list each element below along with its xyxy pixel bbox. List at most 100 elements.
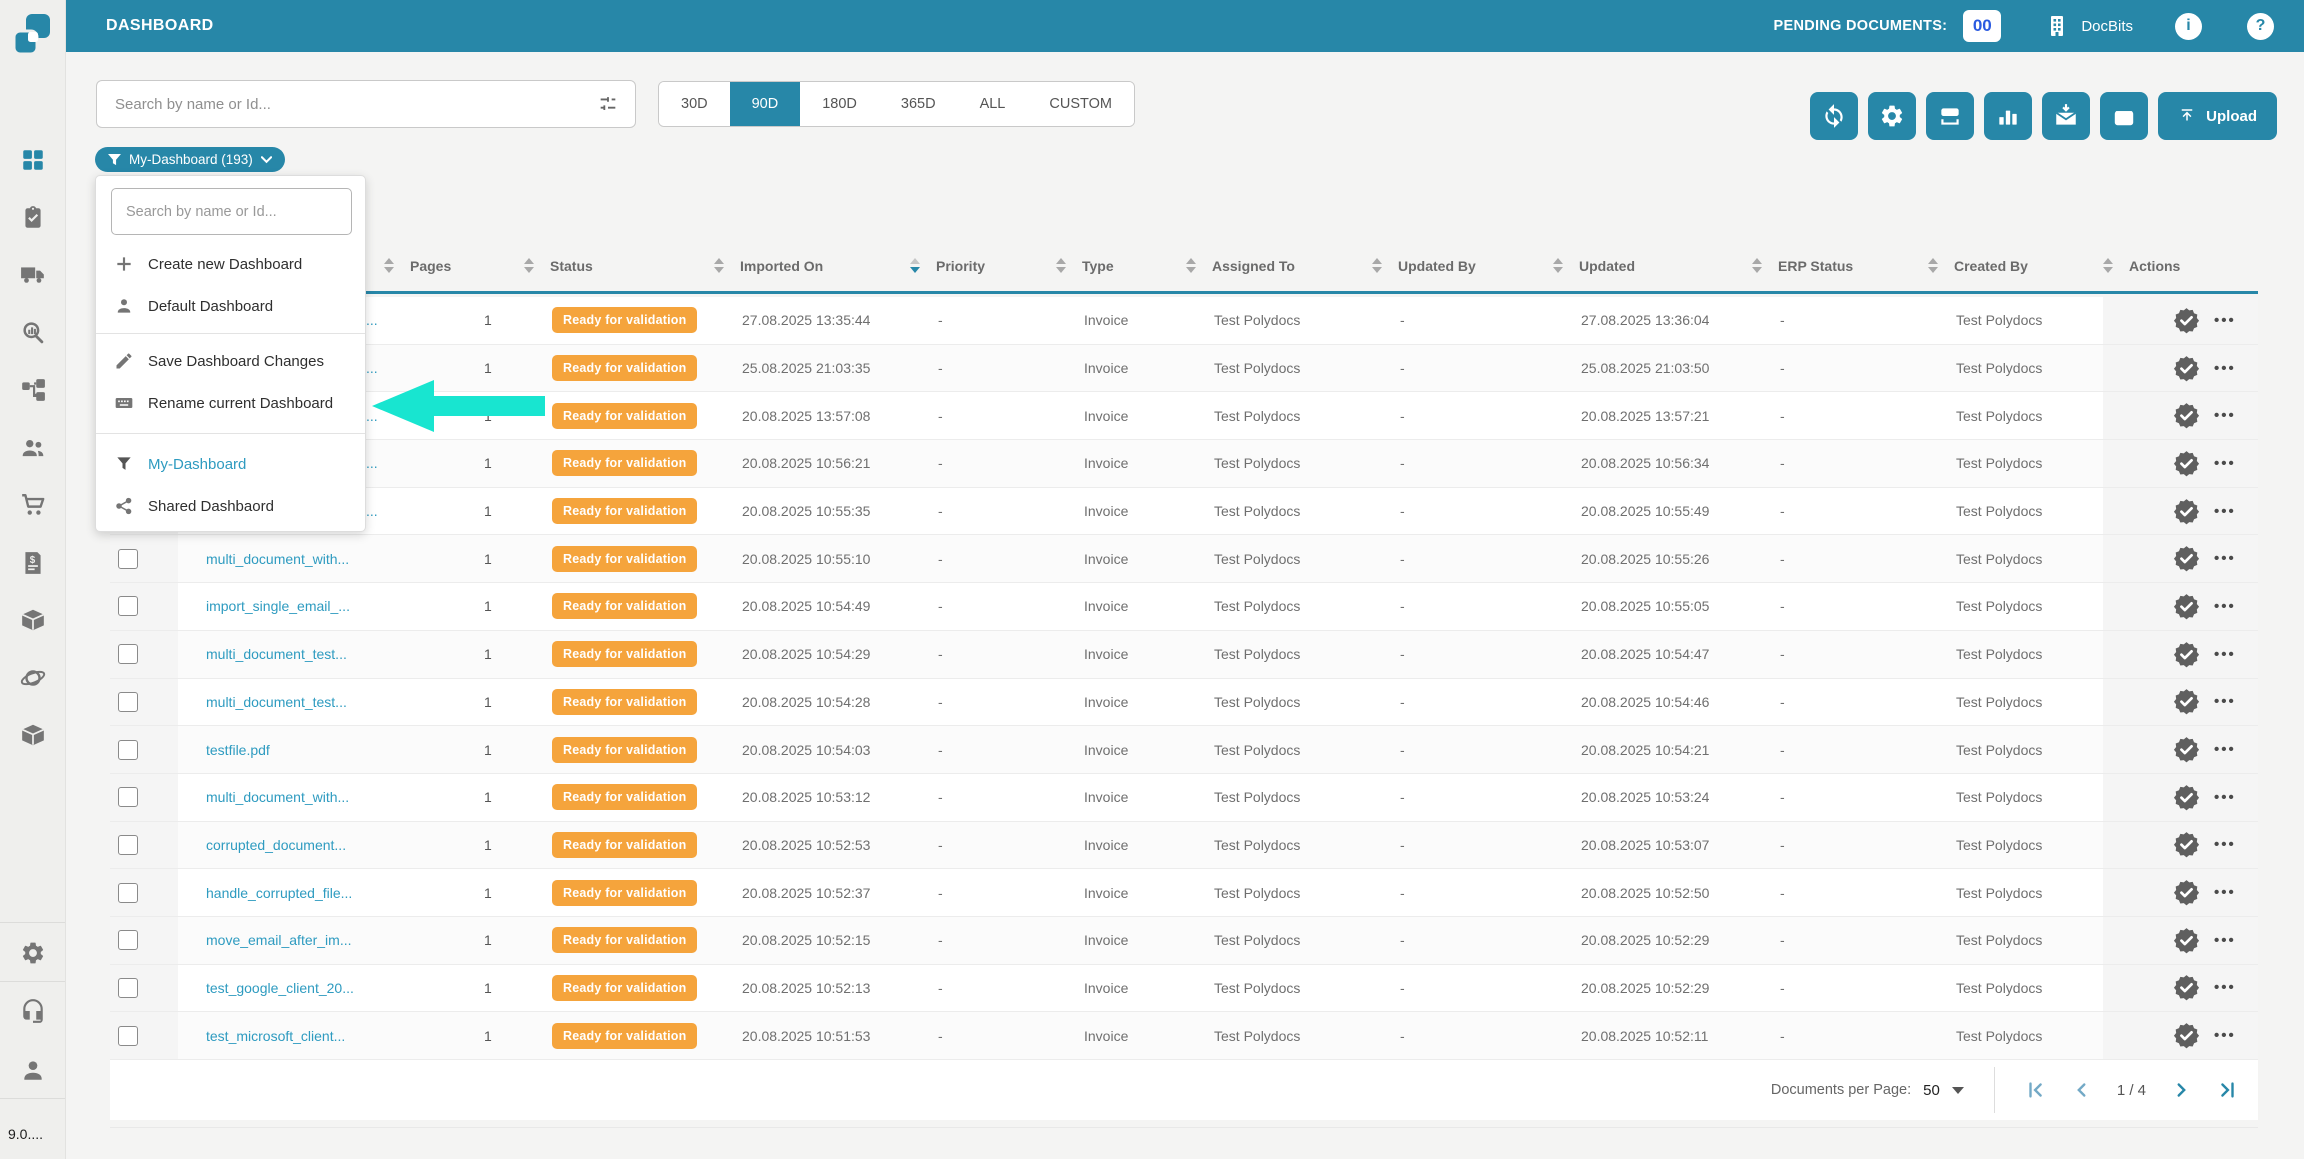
profile-icon[interactable] (20, 1057, 46, 1083)
column-header-updated-by[interactable]: Updated By (1372, 240, 1553, 291)
organization-icon[interactable] (2045, 14, 2069, 38)
sidebar-item-packages[interactable] (20, 607, 46, 633)
range-180d[interactable]: 180D (800, 82, 879, 126)
filter-tune-icon[interactable] (597, 93, 619, 115)
document-name-link[interactable]: multi_document_with... (206, 789, 349, 805)
validate-seal-icon[interactable] (2173, 641, 2200, 668)
scanner-button[interactable] (1926, 92, 1975, 140)
document-name-link[interactable]: move_email_after_im... (206, 932, 352, 948)
info-icon[interactable]: i (2175, 12, 2202, 40)
document-name-link[interactable]: multi_document_test... (206, 646, 347, 662)
mail-import-button[interactable] (2042, 92, 2091, 140)
row-more-menu-icon[interactable]: ••• (2214, 932, 2236, 949)
row-checkbox[interactable] (118, 930, 138, 951)
row-checkbox[interactable] (118, 834, 138, 855)
column-header-imported-on[interactable]: Imported On (714, 240, 910, 291)
row-checkbox[interactable] (118, 691, 138, 712)
sidebar-item-validation[interactable] (20, 205, 46, 231)
row-more-menu-icon[interactable]: ••• (2214, 836, 2236, 853)
analytics-button[interactable] (1984, 92, 2033, 140)
menu-item-default-dashboard[interactable]: Default Dashboard (96, 285, 365, 327)
row-checkbox[interactable] (118, 882, 138, 903)
document-name-link[interactable]: import_single_email_... (206, 598, 350, 614)
menu-item-create-dashboard[interactable]: Create new Dashboard (96, 243, 365, 285)
range-all[interactable]: ALL (957, 82, 1028, 126)
validate-seal-icon[interactable] (2173, 927, 2200, 954)
range-90d[interactable]: 90D (729, 82, 801, 126)
row-more-menu-icon[interactable]: ••• (2214, 360, 2236, 377)
row-checkbox[interactable] (118, 977, 138, 998)
column-header-pages[interactable]: Pages (384, 240, 524, 291)
column-header-actions[interactable]: Actions (2103, 240, 2258, 291)
row-more-menu-icon[interactable]: ••• (2214, 693, 2236, 710)
validate-seal-icon[interactable] (2173, 450, 2200, 477)
document-name-link[interactable]: multi_document_test... (206, 694, 347, 710)
range-custom[interactable]: CUSTOM (1027, 82, 1134, 126)
document-name-link[interactable]: test_google_client_20... (206, 980, 354, 996)
sidebar-item-dashboard[interactable] (20, 147, 46, 173)
validate-seal-icon[interactable] (2173, 784, 2200, 811)
document-name-link[interactable]: corrupted_document... (206, 837, 346, 853)
validate-seal-icon[interactable] (2173, 402, 2200, 429)
row-checkbox[interactable] (118, 596, 138, 617)
sidebar-item-users[interactable] (20, 435, 46, 461)
column-header-erp-status[interactable]: ERP Status (1752, 240, 1928, 291)
row-more-menu-icon[interactable]: ••• (2214, 1027, 2236, 1044)
row-more-menu-icon[interactable]: ••• (2214, 741, 2236, 758)
dashboard-menu-search-input[interactable] (111, 188, 352, 235)
refresh-button[interactable] (1810, 92, 1859, 140)
validate-seal-icon[interactable] (2173, 545, 2200, 572)
document-name-link[interactable]: testfile.pdf (206, 742, 270, 758)
row-more-menu-icon[interactable]: ••• (2214, 884, 2236, 901)
validate-seal-icon[interactable] (2173, 688, 2200, 715)
row-more-menu-icon[interactable]: ••• (2214, 979, 2236, 996)
export-box-button[interactable] (2100, 92, 2149, 140)
sidebar-item-invoices[interactable]: $ (20, 550, 46, 576)
settings-icon[interactable] (20, 940, 46, 966)
per-page-value[interactable]: 50 (1923, 1082, 1940, 1099)
validate-seal-icon[interactable] (2173, 593, 2200, 620)
range-30d[interactable]: 30D (659, 82, 730, 126)
row-more-menu-icon[interactable]: ••• (2214, 789, 2236, 806)
range-365d[interactable]: 365D (878, 82, 958, 126)
menu-item-shared-dashboard[interactable]: Shared Dashbaord (96, 485, 365, 527)
validate-seal-icon[interactable] (2173, 307, 2200, 334)
validate-seal-icon[interactable] (2173, 831, 2200, 858)
sidebar-item-products[interactable] (20, 722, 46, 748)
document-name-link[interactable]: test_microsoft_client... (206, 1028, 345, 1044)
column-header-updated[interactable]: Updated (1553, 240, 1752, 291)
row-more-menu-icon[interactable]: ••• (2214, 455, 2236, 472)
sidebar-item-orders[interactable] (20, 492, 46, 518)
row-more-menu-icon[interactable]: ••• (2214, 407, 2236, 424)
validate-seal-icon[interactable] (2173, 355, 2200, 382)
next-page-button[interactable] (2170, 1079, 2192, 1101)
sidebar-item-search-analytics[interactable] (20, 320, 46, 346)
validate-seal-icon[interactable] (2173, 974, 2200, 1001)
menu-item-save-dashboard[interactable]: Save Dashboard Changes (96, 340, 365, 382)
row-checkbox[interactable] (118, 548, 138, 569)
column-header-type[interactable]: Type (1056, 240, 1186, 291)
row-more-menu-icon[interactable]: ••• (2214, 646, 2236, 663)
document-name-link[interactable]: multi_document_with... (206, 551, 349, 567)
row-checkbox[interactable] (118, 644, 138, 665)
sidebar-item-workflow[interactable] (20, 377, 46, 403)
row-checkbox[interactable] (118, 739, 138, 760)
row-more-menu-icon[interactable]: ••• (2214, 550, 2236, 567)
column-header-assigned-to[interactable]: Assigned To (1186, 240, 1372, 291)
previous-page-button[interactable] (2071, 1079, 2093, 1101)
help-icon[interactable]: ? (2247, 12, 2274, 40)
first-page-button[interactable] (2025, 1079, 2047, 1101)
validate-seal-icon[interactable] (2173, 736, 2200, 763)
dashboard-filter-pill[interactable]: My-Dashboard (193) (95, 147, 285, 172)
menu-item-rename-dashboard[interactable]: Rename current Dashboard (96, 382, 365, 424)
support-icon[interactable] (20, 998, 46, 1024)
search-input[interactable] (97, 95, 597, 113)
column-header-priority[interactable]: Priority (910, 240, 1056, 291)
per-page-caret-icon[interactable] (1951, 1086, 1964, 1094)
column-header-created-by[interactable]: Created By (1928, 240, 2103, 291)
row-more-menu-icon[interactable]: ••• (2214, 598, 2236, 615)
row-more-menu-icon[interactable]: ••• (2214, 312, 2236, 329)
sidebar-item-integrations[interactable] (20, 665, 46, 691)
settings-button[interactable] (1868, 92, 1917, 140)
validate-seal-icon[interactable] (2173, 498, 2200, 525)
